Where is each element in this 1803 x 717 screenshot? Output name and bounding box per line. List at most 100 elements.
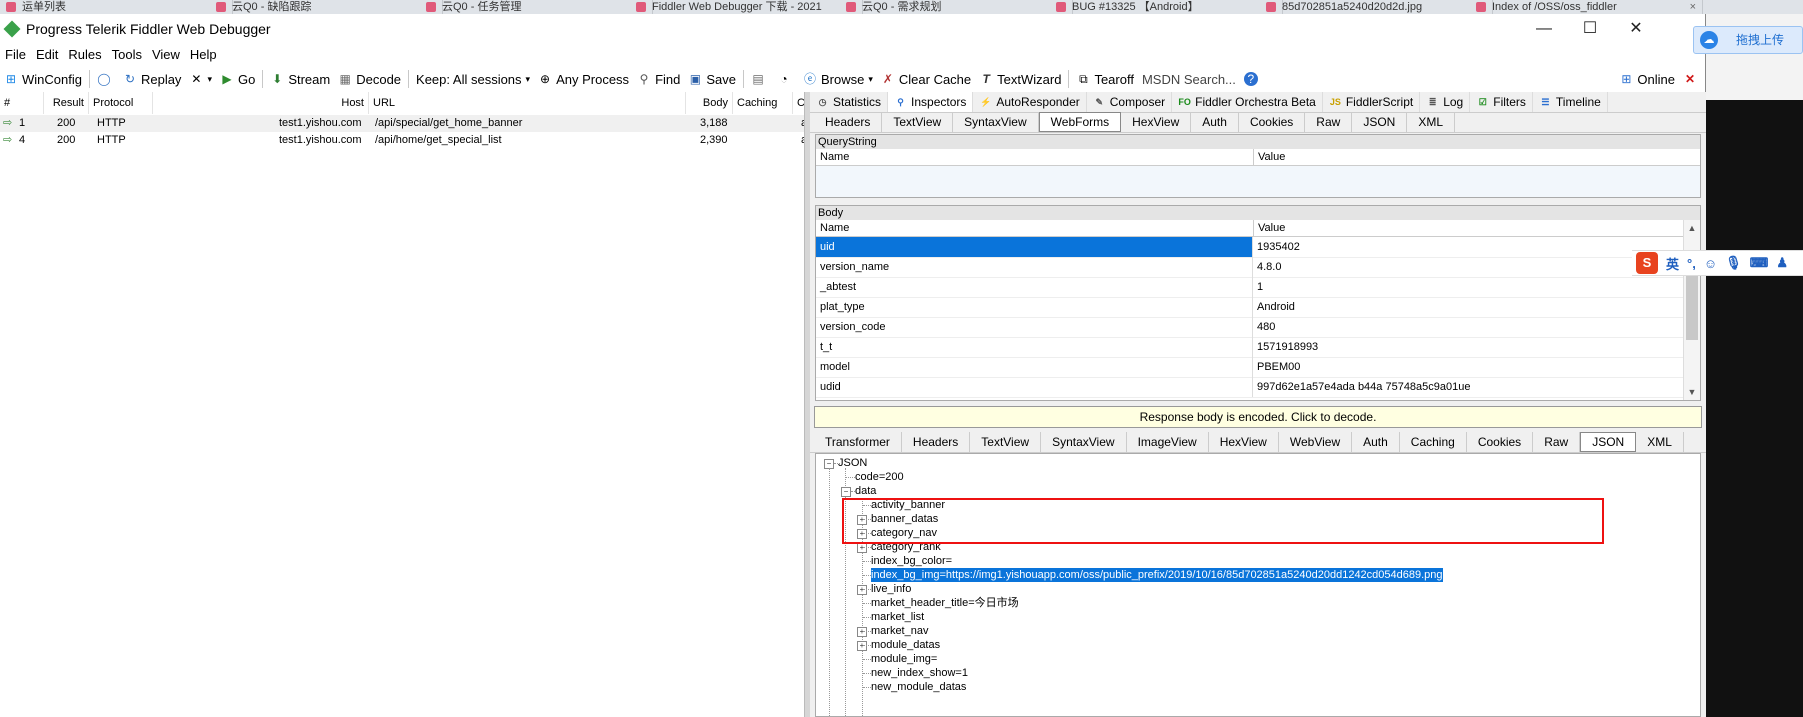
- tab-inspectors[interactable]: ⚲ Inspectors: [888, 92, 974, 112]
- tab-hexview[interactable]: HexView: [1209, 432, 1279, 452]
- textwizard-button[interactable]: T TextWizard: [975, 66, 1065, 92]
- menu-edit[interactable]: Edit: [31, 44, 63, 66]
- tree-node[interactable]: market_nav: [871, 624, 928, 638]
- tab-headers[interactable]: Headers: [814, 112, 883, 132]
- browser-tab[interactable]: 云Q0 - 任务管理×: [420, 0, 653, 14]
- microphone-icon[interactable]: 🎙: [1725, 255, 1742, 271]
- decode-button[interactable]: ▦ Decode: [334, 66, 405, 92]
- maximize-button[interactable]: ☐: [1567, 14, 1613, 44]
- body-row[interactable]: t_t 1571918993: [816, 337, 1686, 358]
- online-indicator[interactable]: ⊞ Online: [1615, 66, 1679, 92]
- menu-help[interactable]: Help: [185, 44, 222, 66]
- session-row[interactable]: ⇨ 1 200 HTTP test1.yishou.com /api/speci…: [0, 115, 807, 132]
- tree-node[interactable]: module_img=: [871, 652, 937, 666]
- browser-tab[interactable]: 云Q0 - 需求规划×: [840, 0, 1073, 14]
- tab-auth[interactable]: Auth: [1352, 432, 1400, 452]
- tree-node[interactable]: index_bg_color=: [871, 554, 952, 568]
- close-button[interactable]: ✕: [1613, 14, 1659, 44]
- screenshot-button[interactable]: ▤: [747, 66, 773, 92]
- tab-xml[interactable]: XML: [1407, 112, 1456, 132]
- menu-file[interactable]: File: [0, 44, 31, 66]
- tab-close-icon[interactable]: ×: [1690, 0, 1696, 14]
- tab-auth[interactable]: Auth: [1191, 112, 1239, 132]
- keep-sessions-dropdown[interactable]: Keep: All sessions ▾: [412, 66, 534, 92]
- column-header-body[interactable]: Body: [686, 92, 733, 114]
- column-header-protocol[interactable]: Protocol: [89, 92, 153, 114]
- column-header-num[interactable]: #: [0, 92, 44, 114]
- help-button[interactable]: ?: [1240, 66, 1266, 92]
- tearoff-button[interactable]: ⧉ Tearoff: [1072, 66, 1138, 92]
- keyboard-icon[interactable]: ⌨: [1750, 255, 1769, 271]
- stream-button[interactable]: ⬇ Stream: [266, 66, 334, 92]
- browser-tab[interactable]: Index of /OSS/oss_fiddler ×: [1470, 0, 1703, 14]
- tab-xml[interactable]: XML: [1636, 432, 1684, 452]
- scroll-up-icon[interactable]: ▲: [1684, 220, 1700, 236]
- replay-button[interactable]: ↻ Replay: [119, 66, 185, 92]
- tab-caching[interactable]: Caching: [1400, 432, 1467, 452]
- tree-node-code[interactable]: code=200: [855, 470, 904, 484]
- menu-view[interactable]: View: [147, 44, 185, 66]
- expand-icon[interactable]: +: [857, 585, 867, 595]
- tab-cookies[interactable]: Cookies: [1239, 112, 1306, 132]
- tree-node[interactable]: index_bg_img=https://img1.yishouapp.com/…: [870, 567, 1444, 583]
- tab-syntaxview[interactable]: SyntaxView: [1041, 432, 1127, 452]
- tab-statistics[interactable]: ◷ Statistics: [810, 92, 889, 112]
- tab-json[interactable]: JSON: [1352, 112, 1408, 132]
- find-button[interactable]: ⚲ Find: [633, 66, 684, 92]
- any-process-button[interactable]: ⊕ Any Process: [534, 66, 633, 92]
- browser-tab[interactable]: 云Q0 - 缺陷跟踪×: [210, 0, 443, 14]
- tree-node[interactable]: market_list: [871, 610, 924, 624]
- column-header-host[interactable]: Host: [153, 92, 369, 114]
- expand-icon[interactable]: +: [857, 641, 867, 651]
- column-header-url[interactable]: URL: [369, 92, 686, 114]
- tab-transformer[interactable]: Transformer: [814, 432, 902, 452]
- body-row[interactable]: model PBEM00: [816, 357, 1686, 378]
- tab-json[interactable]: JSON: [1580, 432, 1637, 452]
- tab-timeline[interactable]: ☰ Timeline: [1533, 92, 1608, 112]
- body-row[interactable]: version_name 4.8.0: [816, 257, 1686, 278]
- tree-node[interactable]: market_header_title=今日市场: [871, 596, 1019, 610]
- toolbar-close-button[interactable]: ✕: [1679, 66, 1705, 92]
- menu-rules[interactable]: Rules: [63, 44, 106, 66]
- session-row[interactable]: ⇨ 4 200 HTTP test1.yishou.com /api/home/…: [0, 132, 807, 149]
- tab-fiddler-orchestra-beta[interactable]: FO Fiddler Orchestra Beta: [1172, 92, 1323, 112]
- expand-icon[interactable]: +: [857, 543, 867, 553]
- tab-fiddlerscript[interactable]: JS FiddlerScript: [1323, 92, 1421, 112]
- winconfig-button[interactable]: ⊞ WinConfig: [0, 66, 86, 92]
- browse-button[interactable]: ⓔ Browse ▾: [799, 66, 877, 92]
- browser-tab[interactable]: Fiddler Web Debugger 下载 - 2021×: [630, 0, 863, 14]
- tab-filters[interactable]: ☑ Filters: [1470, 92, 1533, 112]
- tab-cookies[interactable]: Cookies: [1467, 432, 1534, 452]
- tab-hexview[interactable]: HexView: [1121, 112, 1192, 132]
- tab-composer[interactable]: ✎ Composer: [1087, 92, 1173, 112]
- column-header-caching[interactable]: Caching: [733, 92, 793, 114]
- save-button[interactable]: ▣ Save: [684, 66, 740, 92]
- comment-button[interactable]: ◯: [93, 66, 119, 92]
- tree-node[interactable]: live_info: [871, 582, 911, 596]
- json-tree-view[interactable]: − JSON code=200− data activity_banner + banner…: [815, 453, 1701, 717]
- expand-icon[interactable]: +: [857, 627, 867, 637]
- body-row[interactable]: _abtest 1: [816, 277, 1686, 298]
- tab-webview[interactable]: WebView: [1279, 432, 1353, 452]
- punctuation-icon[interactable]: °,: [1687, 256, 1696, 271]
- collapse-icon[interactable]: −: [841, 487, 851, 497]
- skin-icon[interactable]: ♟: [1776, 255, 1788, 271]
- drag-upload-button[interactable]: ☁ 拖拽上传: [1693, 26, 1803, 54]
- body-row[interactable]: udid 997d62e1a57e4ada b44a 75748a5c9a01ue: [816, 377, 1686, 398]
- go-button[interactable]: ▶ Go: [216, 66, 259, 92]
- body-row[interactable]: uid 1935402: [816, 237, 1686, 258]
- tab-raw[interactable]: Raw: [1305, 112, 1353, 132]
- body-scrollbar[interactable]: ▲ ▼: [1683, 220, 1700, 400]
- tab-webforms[interactable]: WebForms: [1038, 112, 1122, 132]
- ime-language-toggle[interactable]: 英: [1666, 254, 1679, 273]
- tab-syntaxview[interactable]: SyntaxView: [953, 112, 1039, 132]
- tab-textview[interactable]: TextView: [970, 432, 1042, 452]
- tab-log[interactable]: ≣ Log: [1420, 92, 1471, 112]
- tree-node-root[interactable]: JSON: [838, 456, 867, 470]
- timer-button[interactable]: ◔: [773, 66, 799, 92]
- browser-tab[interactable]: 85d702851a5240d20d2d.jpg×: [1260, 0, 1493, 14]
- decode-notice-bar[interactable]: Response body is encoded. Click to decod…: [814, 406, 1702, 428]
- minimize-button[interactable]: —: [1521, 14, 1567, 44]
- body-row[interactable]: plat_type Android: [816, 297, 1686, 318]
- tab-raw[interactable]: Raw: [1533, 432, 1581, 452]
